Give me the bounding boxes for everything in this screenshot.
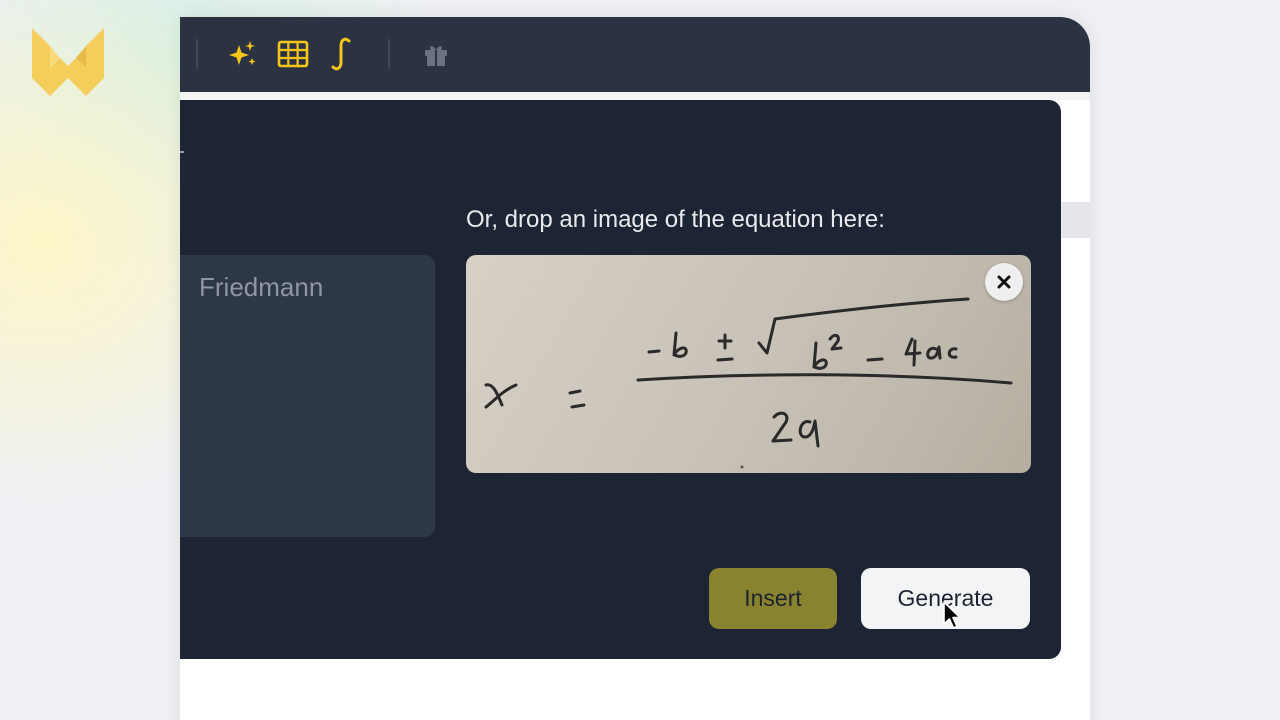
dialog-marker [180,151,184,153]
handwritten-equation-image [484,297,1013,469]
insert-table-button[interactable] [276,37,310,71]
table-icon [277,40,309,68]
insert-equation-button[interactable] [325,37,359,71]
image-drop-zone[interactable] [466,255,1031,473]
equation-dialog: Friedmann Or, drop an image of the equat… [180,100,1061,659]
toolbar-divider [196,39,198,69]
toolbar [180,17,1090,92]
mouse-pointer-icon [942,600,962,634]
close-icon [997,275,1011,289]
insert-button[interactable]: Insert [709,568,837,629]
gift-icon [425,46,447,66]
toolbar-underbar [180,92,1090,100]
ai-sparkles-button[interactable] [226,37,260,71]
equation-name-value: Friedmann [199,272,324,302]
integral-icon [331,37,351,71]
remove-image-button[interactable] [985,263,1023,301]
toolbar-divider [388,39,390,69]
drop-image-label: Or, drop an image of the equation here: [466,206,885,233]
app-logo [32,28,104,98]
scroll-region [1060,202,1090,238]
sparkles-icon [229,41,256,65]
gift-button[interactable] [419,37,453,71]
w-logo-icon [32,28,104,96]
